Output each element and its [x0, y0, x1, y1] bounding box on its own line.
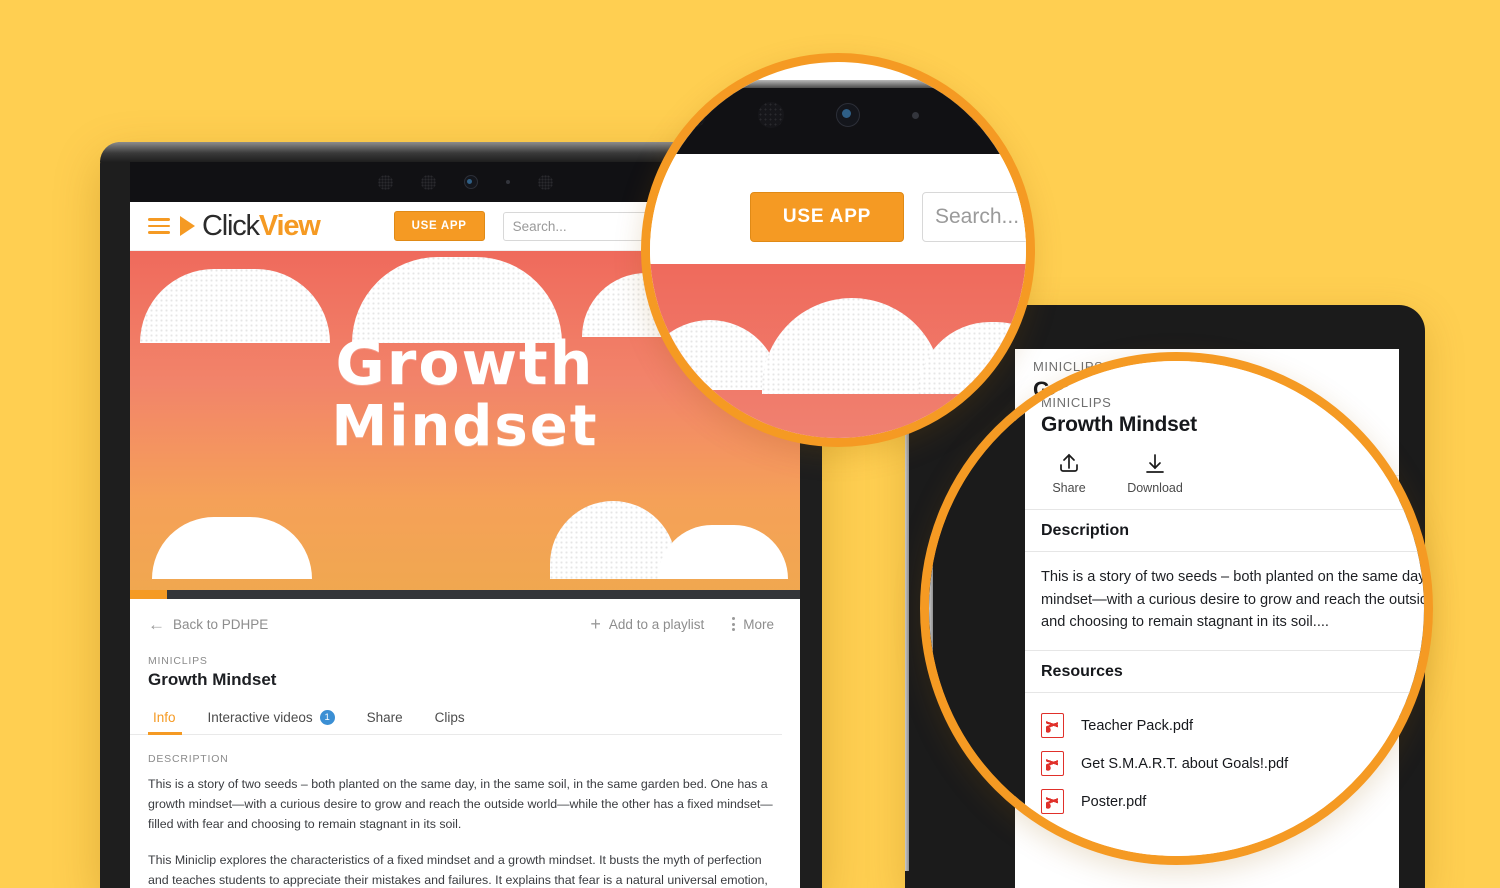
- description-line: mindset—with a curious desire to grow an…: [1041, 591, 1433, 608]
- speaker-icon: [757, 102, 784, 128]
- tab-interactive-videos[interactable]: Interactive videos 1: [192, 710, 351, 734]
- resource-name: Poster.pdf: [1081, 793, 1147, 810]
- tab-label: Interactive videos: [207, 710, 313, 725]
- tablet-action-row: Share Download: [1041, 451, 1408, 495]
- more-button[interactable]: More: [732, 617, 774, 632]
- page-background: MINICLIPS Growth Mindset Share: [0, 0, 1500, 888]
- cloud-decoration: [140, 269, 330, 343]
- speaker-icon: [970, 102, 997, 128]
- page-title: Growth Mindset: [148, 670, 277, 689]
- pdf-file-icon: [1041, 713, 1064, 739]
- cloud-decoration: [550, 501, 676, 579]
- status-led-icon: [505, 180, 510, 184]
- tab-label: Info: [153, 710, 176, 725]
- speaker-icon: [420, 174, 436, 190]
- tab-clips[interactable]: Clips: [419, 710, 481, 734]
- description-line: This is a story of two seeds – both plan…: [1041, 569, 1433, 585]
- tab-bar: Info Interactive videos 1 Share Clips: [130, 690, 782, 735]
- description-label: DESCRIPTION: [148, 753, 229, 765]
- video-progress-bar[interactable]: [130, 590, 800, 599]
- cloud-decoration: [650, 320, 780, 390]
- share-upload-icon: [1056, 451, 1082, 477]
- meta-right-group: + Add to a playlist More: [590, 615, 774, 633]
- tab-share[interactable]: Share: [351, 710, 419, 734]
- speaker-icon: [679, 102, 706, 128]
- tab-label: Clips: [434, 710, 465, 725]
- play-triangle-icon: [704, 567, 713, 578]
- tablet-description-heading: Description: [1041, 522, 1130, 539]
- magnified-use-app-button[interactable]: USE APP: [750, 192, 904, 242]
- bezel-top-strip: [650, 80, 1026, 88]
- download-arrow-icon: [1142, 451, 1168, 477]
- magnified-search-input[interactable]: Search...: [922, 192, 1026, 242]
- video-meta-bar: ← Back to PDHPE + Add to a playlist More: [130, 599, 800, 633]
- download-button[interactable]: Download: [1127, 451, 1183, 495]
- arrow-left-icon: ←: [148, 614, 165, 634]
- list-item[interactable]: Poster.pdf: [1041, 783, 1408, 821]
- magnified-tablet-bezel: [929, 361, 1025, 856]
- speaker-icon: [537, 174, 553, 190]
- back-button[interactable]: ← Back to PDHPE: [148, 616, 268, 633]
- speaker-icon: [377, 174, 393, 190]
- content-eyebrow: MINICLIPS: [148, 655, 208, 667]
- more-label: More: [743, 616, 774, 632]
- status-led-icon: [911, 111, 919, 119]
- description-paragraph: This is a story of two seeds – both plan…: [148, 777, 773, 832]
- tab-label: Share: [366, 710, 403, 725]
- logo-second: View: [258, 209, 321, 242]
- pdf-file-icon: [1041, 789, 1064, 815]
- resource-list: Teacher Pack.pdf Get S.M.A.R.T. about Go…: [1025, 693, 1424, 821]
- hamburger-icon[interactable]: [148, 218, 170, 234]
- use-app-button[interactable]: USE APP: [393, 211, 485, 241]
- logo-first: Click: [202, 209, 260, 242]
- magnified-tablet-panel: MINICLIPS Growth Mindset Share Download …: [1025, 361, 1424, 856]
- webcam-icon: [463, 175, 478, 189]
- kebab-menu-icon: [732, 617, 736, 631]
- cloud-decoration: [152, 517, 312, 579]
- share-button[interactable]: Share: [1041, 451, 1097, 495]
- list-item[interactable]: Get S.M.A.R.T. about Goals!.pdf: [1041, 745, 1408, 783]
- tablet-title: Growth Mindset: [1041, 413, 1197, 436]
- magnifier-right: MINICLIPS Growth Mindset Share Download …: [920, 352, 1433, 865]
- back-label: Back to PDHPE: [173, 616, 269, 632]
- tablet-edge: [929, 361, 933, 856]
- hero-line-1: Growth: [335, 329, 595, 399]
- play-triangle-icon: [180, 216, 195, 236]
- pdf-file-icon: [1041, 751, 1064, 777]
- watermark-text: ClickView: [718, 564, 781, 581]
- tab-info[interactable]: Info: [148, 710, 192, 735]
- magnified-header: MINICLIPS Growth Mindset Share Download: [1025, 361, 1424, 495]
- tablet-resources-heading: Resources: [1041, 662, 1123, 680]
- list-item[interactable]: Teacher Pack.pdf: [1041, 707, 1408, 745]
- cloud-decoration: [762, 298, 942, 394]
- share-label: Share: [1052, 481, 1086, 495]
- description-paragraph: This Miniclip explores the characteristi…: [148, 853, 768, 888]
- tablet-description-text: This is a story of two seeds – both plan…: [1025, 552, 1424, 650]
- plus-icon: +: [590, 614, 601, 634]
- bezel-hardware-row: [650, 102, 1026, 128]
- clickview-logo[interactable]: ClickView: [202, 209, 321, 242]
- magnifier-right-content: MINICLIPS Growth Mindset Share Download …: [929, 361, 1424, 856]
- video-progress-fill: [130, 590, 167, 599]
- download-label: Download: [1127, 481, 1183, 495]
- resource-name: Get S.M.A.R.T. about Goals!.pdf: [1081, 755, 1289, 772]
- status-badge: 1: [319, 710, 335, 725]
- tablet-eyebrow: MINICLIPS: [1041, 395, 1112, 410]
- add-playlist-label: Add to a playlist: [608, 616, 705, 632]
- clickview-watermark: ClickView: [704, 564, 781, 581]
- description-line: and choosing to remain stagnant in its s…: [1041, 614, 1329, 631]
- add-to-playlist-button[interactable]: + Add to a playlist: [590, 615, 704, 633]
- webcam-icon: [835, 103, 860, 127]
- magnified-laptop-bezel: [650, 80, 1026, 154]
- meta-left-group: ← Back to PDHPE: [148, 616, 268, 633]
- resource-name: Teacher Pack.pdf: [1081, 717, 1194, 734]
